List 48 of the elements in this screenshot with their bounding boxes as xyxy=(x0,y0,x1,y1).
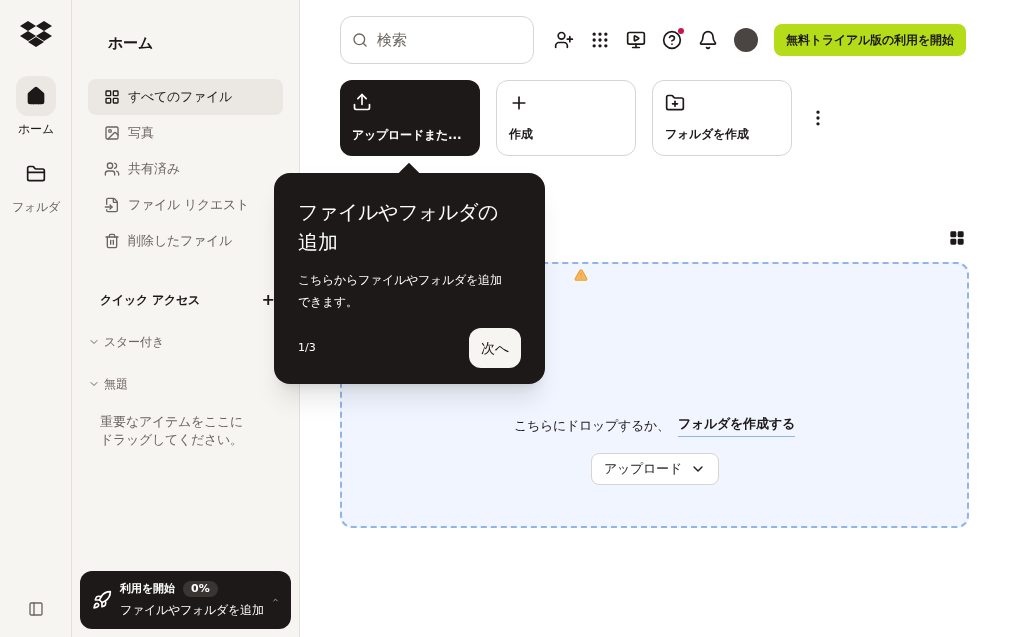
sidebar-item[interactable]: すべてのファイル xyxy=(88,78,283,115)
grid-view-icon[interactable] xyxy=(949,230,965,246)
progress-subtitle: ファイルやフォルダを追加 xyxy=(120,602,264,620)
image-icon xyxy=(104,124,120,141)
bell-icon[interactable] xyxy=(698,30,718,50)
next-button[interactable]: 次へ xyxy=(469,328,521,368)
folder-icon xyxy=(25,164,46,184)
action-tile[interactable]: アップロードまた... xyxy=(340,80,480,156)
tooltip-title: ファイルやフォルダの追加 xyxy=(298,199,499,256)
sidebar-item[interactable]: 写真 xyxy=(88,114,283,151)
rail-nav-item[interactable]: フォルダ xyxy=(11,154,60,216)
progress-card[interactable]: 利用を開始 0% ファイルやフォルダを追加 xyxy=(80,571,291,629)
drop-text: こちらにドロップするか、 xyxy=(514,416,670,435)
sidebar-title: ホーム xyxy=(108,33,154,54)
upload-dropdown[interactable]: アップロード xyxy=(590,452,719,485)
warning-icon xyxy=(574,268,588,282)
sidebar-item[interactable]: 共有済み xyxy=(88,150,283,187)
step-counter: 1/3 xyxy=(298,339,316,356)
sidebar-item[interactable]: 削除したファイル xyxy=(88,222,283,259)
search-field[interactable]: 検索 xyxy=(340,16,534,64)
create-folder-link[interactable]: フォルダを作成する xyxy=(678,414,795,437)
percent-badge: 0% xyxy=(183,580,218,598)
trial-button[interactable]: 無料トライアル版の利用を開始 xyxy=(774,24,966,56)
home-icon xyxy=(25,86,46,106)
logo-icon xyxy=(19,20,52,48)
add-button[interactable]: + xyxy=(261,291,275,308)
trash-icon xyxy=(104,232,120,249)
grid-icon xyxy=(104,88,120,105)
section-heading: クイック アクセス xyxy=(100,291,201,309)
apps-grid-icon[interactable] xyxy=(590,30,610,50)
collapsible-section[interactable]: スター付き xyxy=(88,332,283,351)
action-tile[interactable]: 作成 xyxy=(496,80,636,156)
help-icon[interactable] xyxy=(662,30,682,50)
empty-hint: 重要なアイテムをここにドラッグしてください。 xyxy=(100,412,244,449)
rocket-icon xyxy=(92,590,112,610)
upload-icon xyxy=(352,92,372,112)
file-icon xyxy=(104,196,120,213)
action-tile[interactable]: フォルダを作成 xyxy=(652,80,792,156)
add-person-icon[interactable] xyxy=(554,30,574,50)
avatar[interactable] xyxy=(734,28,758,52)
sidebar-toggle-icon[interactable] xyxy=(27,601,44,617)
progress-title: 利用を開始 xyxy=(120,580,175,597)
search-icon xyxy=(352,32,368,48)
monitor-icon[interactable] xyxy=(626,30,646,50)
people-icon xyxy=(104,160,120,177)
collapsible-section[interactable]: 無題 xyxy=(88,374,283,393)
folder-plus-icon xyxy=(665,93,685,113)
sidebar-item[interactable]: ファイル リクエスト xyxy=(88,186,283,223)
